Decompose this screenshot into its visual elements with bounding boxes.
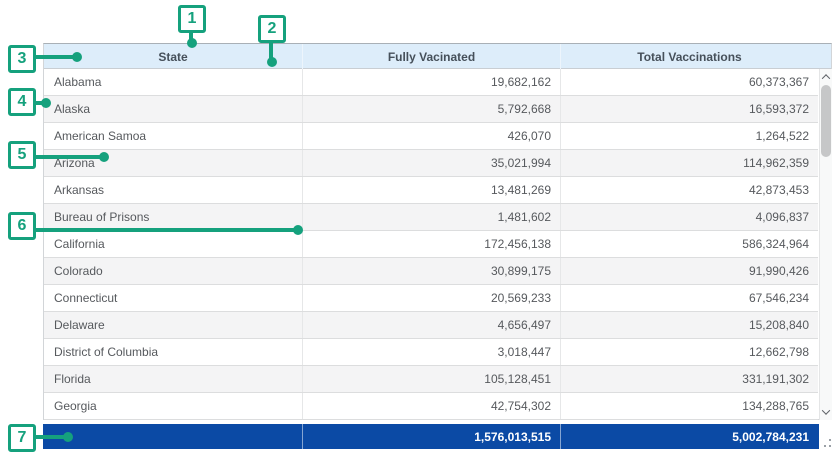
cell-fully-vaccinated: 426,070 <box>302 123 560 149</box>
table-row[interactable]: Alaska5,792,66816,593,372 <box>44 96 818 123</box>
cell-fully-vaccinated: 5,792,668 <box>302 96 560 122</box>
header-scrollbar-spacer <box>818 44 831 69</box>
cell-fully-vaccinated: 4,656,497 <box>302 312 560 338</box>
cell-state: Alabama <box>44 69 302 95</box>
table-row[interactable]: California172,456,138586,324,964 <box>44 231 818 258</box>
table-row[interactable]: Georgia42,754,302134,288,765 <box>44 393 818 420</box>
table-row[interactable]: American Samoa426,0701,264,522 <box>44 123 818 150</box>
cell-state: Arizona <box>44 150 302 176</box>
cell-total-vaccinations: 60,373,367 <box>560 69 818 95</box>
chevron-down-icon <box>822 406 830 414</box>
callout-1-number: 1 <box>178 5 206 33</box>
column-header-total-vaccinations[interactable]: Total Vaccinations <box>560 44 818 69</box>
column-header-state[interactable]: State <box>44 44 302 69</box>
vaccination-table-screenshot: State Fully Vacinated Total Vaccinations… <box>0 0 833 453</box>
cell-total-vaccinations: 12,662,798 <box>560 339 818 365</box>
table-body: Alabama19,682,16260,373,367Alaska5,792,6… <box>44 69 818 420</box>
cell-fully-vaccinated: 172,456,138 <box>302 231 560 257</box>
cell-state: Colorado <box>44 258 302 284</box>
cell-fully-vaccinated: 35,021,994 <box>302 150 560 176</box>
callout-3-line <box>34 55 76 59</box>
table-row[interactable]: Arkansas13,481,26942,873,453 <box>44 177 818 204</box>
cell-state: Delaware <box>44 312 302 338</box>
callout-4-number: 4 <box>8 88 36 116</box>
cell-fully-vaccinated: 19,682,162 <box>302 69 560 95</box>
table-row[interactable]: Arizona35,021,994114,962,359 <box>44 150 818 177</box>
callout-2-dot <box>267 57 277 67</box>
cell-state: American Samoa <box>44 123 302 149</box>
cell-state: Connecticut <box>44 285 302 311</box>
cell-total-vaccinations: 331,191,302 <box>560 366 818 392</box>
table-row[interactable]: Bureau of Prisons1,481,6024,096,837 <box>44 204 818 231</box>
cell-fully-vaccinated: 1,481,602 <box>302 204 560 230</box>
callout-5-number: 5 <box>8 141 36 169</box>
table-row[interactable]: District of Columbia3,018,44712,662,798 <box>44 339 818 366</box>
scroll-down-arrow[interactable] <box>820 405 832 419</box>
cell-total-vaccinations: 16,593,372 <box>560 96 818 122</box>
cell-total-vaccinations: 67,546,234 <box>560 285 818 311</box>
callout-2-number: 2 <box>258 15 286 43</box>
cell-fully-vaccinated: 13,481,269 <box>302 177 560 203</box>
cell-state: Bureau of Prisons <box>44 204 302 230</box>
callout-3-number: 3 <box>8 45 36 73</box>
cell-state: California <box>44 231 302 257</box>
table-row[interactable]: Connecticut20,569,23367,546,234 <box>44 285 818 312</box>
callout-6-number: 6 <box>8 212 36 240</box>
callout-4-dot <box>41 98 51 108</box>
cell-state: Florida <box>44 366 302 392</box>
cell-total-vaccinations: 15,208,840 <box>560 312 818 338</box>
totals-cell-total-vaccinations: 5,002,784,231 <box>560 424 818 449</box>
callout-6-line <box>34 228 296 232</box>
callout-1-dot <box>187 38 197 48</box>
cell-total-vaccinations: 1,264,522 <box>560 123 818 149</box>
cell-fully-vaccinated: 20,569,233 <box>302 285 560 311</box>
cell-total-vaccinations: 4,096,837 <box>560 204 818 230</box>
cell-fully-vaccinated: 30,899,175 <box>302 258 560 284</box>
cell-total-vaccinations: 134,288,765 <box>560 393 818 419</box>
cell-state: Georgia <box>44 393 302 419</box>
scrollbar-thumb[interactable] <box>821 85 831 157</box>
table-row[interactable]: Colorado30,899,17591,990,426 <box>44 258 818 285</box>
callout-7-line <box>34 435 66 439</box>
callout-5-dot <box>99 152 109 162</box>
resize-grip-icon[interactable] <box>821 437 833 449</box>
cell-fully-vaccinated: 42,754,302 <box>302 393 560 419</box>
table-row[interactable]: Alabama19,682,16260,373,367 <box>44 69 818 96</box>
cell-state: Alaska <box>44 96 302 122</box>
cell-total-vaccinations: 586,324,964 <box>560 231 818 257</box>
callout-6-dot <box>293 225 303 235</box>
callout-3-dot <box>72 52 82 62</box>
totals-row: 1,576,013,515 5,002,784,231 <box>43 424 819 449</box>
cell-total-vaccinations: 91,990,426 <box>560 258 818 284</box>
cell-fully-vaccinated: 105,128,451 <box>302 366 560 392</box>
table-row[interactable]: Delaware4,656,49715,208,840 <box>44 312 818 339</box>
cell-fully-vaccinated: 3,018,447 <box>302 339 560 365</box>
column-header-fully-vaccinated[interactable]: Fully Vacinated <box>302 44 560 69</box>
table-row[interactable]: Florida105,128,451331,191,302 <box>44 366 818 393</box>
state-vaccination-table: State Fully Vacinated Total Vaccinations… <box>43 43 832 449</box>
totals-cell-fully-vaccinated: 1,576,013,515 <box>302 424 560 449</box>
cell-total-vaccinations: 42,873,453 <box>560 177 818 203</box>
callout-5-line <box>34 155 102 159</box>
table-header-row: State Fully Vacinated Total Vaccinations <box>44 44 831 69</box>
scroll-up-arrow[interactable] <box>820 70 832 84</box>
totals-cell-state <box>43 424 302 449</box>
chevron-up-icon <box>822 74 830 82</box>
cell-total-vaccinations: 114,962,359 <box>560 150 818 176</box>
vertical-scrollbar[interactable] <box>819 69 832 420</box>
callout-7-number: 7 <box>8 424 36 452</box>
callout-7-dot <box>63 432 73 442</box>
cell-state: District of Columbia <box>44 339 302 365</box>
cell-state: Arkansas <box>44 177 302 203</box>
